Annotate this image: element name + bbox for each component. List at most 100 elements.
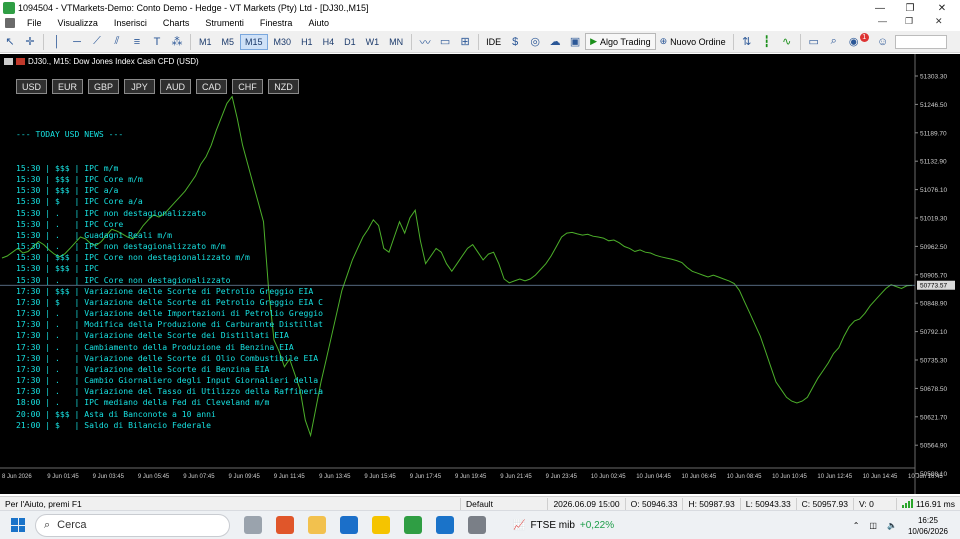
timeframe-w1[interactable]: W1 xyxy=(362,35,384,49)
app-icon[interactable] xyxy=(436,516,454,534)
news-impact: . xyxy=(55,375,70,386)
child-close-button[interactable]: ✕ xyxy=(935,16,943,27)
news-sep: | xyxy=(69,252,85,263)
connection-status[interactable]: 116.91 ms xyxy=(895,497,960,510)
brave-browser-icon[interactable] xyxy=(276,516,294,534)
timeframe-m30[interactable]: M30 xyxy=(270,35,296,49)
timeframe-m1[interactable]: M1 xyxy=(195,35,216,49)
maximize-button[interactable]: ❐ xyxy=(896,0,924,16)
news-sep: | xyxy=(40,162,55,173)
taskbar-search[interactable]: ⌕ Cerca xyxy=(35,513,230,537)
time-tick-label: 10 Jun 08:45 xyxy=(727,474,762,480)
app-icon-2[interactable] xyxy=(468,516,486,534)
timeframe-d1[interactable]: D1 xyxy=(340,35,360,49)
network-icon[interactable]: ◫ xyxy=(869,521,877,530)
currency-eur-button[interactable]: EUR xyxy=(52,79,83,94)
profile-name[interactable]: Default xyxy=(460,497,547,510)
channel-icon[interactable]: ⫽ xyxy=(109,34,125,50)
ide-button[interactable]: IDE xyxy=(482,35,505,49)
news-item: 15:30 | . | IPC Core non destagionalizza… xyxy=(16,275,323,286)
chart-area[interactable]: 51303.30 51246.50 51189.70 51132.90 51076.10… xyxy=(0,54,960,494)
news-impact: $$$ xyxy=(55,285,70,296)
outlook-icon[interactable] xyxy=(340,516,358,534)
market-widget[interactable]: 📈 FTSE mib +0,22% xyxy=(513,520,614,531)
currency-jpy-button[interactable]: JPY xyxy=(124,79,155,94)
vertical-line-icon[interactable]: │ xyxy=(49,34,65,50)
windows-start-icon[interactable] xyxy=(11,518,25,532)
templates-icon[interactable]: ⊞ xyxy=(457,34,473,50)
tray-expand-icon[interactable]: ⌃ xyxy=(853,521,860,530)
line-chart-icon[interactable]: ∿ xyxy=(779,34,795,50)
child-minimize-button[interactable]: — xyxy=(878,16,887,26)
news-item: 15:30 | $$$ | IPC Core non destagionaliz… xyxy=(16,252,323,263)
chart-type-icon[interactable]: ▭ xyxy=(437,34,453,50)
currency-usd-button[interactable]: USD xyxy=(16,79,47,94)
news-sep: | xyxy=(69,308,85,319)
fibonacci-icon[interactable]: ≡ xyxy=(129,34,145,50)
metatrader-taskbar-icon[interactable] xyxy=(404,516,422,534)
news-impact: $ xyxy=(55,196,70,207)
horizontal-line-icon[interactable]: ─ xyxy=(69,34,85,50)
menu-charts[interactable]: Charts xyxy=(155,18,198,28)
menu-window[interactable]: Finestra xyxy=(252,18,301,28)
timeframe-mn[interactable]: MN xyxy=(385,35,407,49)
strategy-tester-icon[interactable]: ▣ xyxy=(567,34,583,50)
vps-icon[interactable]: ☁ xyxy=(547,34,563,50)
menu-tools[interactable]: Strumenti xyxy=(197,18,252,28)
depth-of-market-icon[interactable]: ⇅ xyxy=(739,34,755,50)
news-event: Modifica della Produzione di Carburante … xyxy=(84,319,324,330)
market-icon[interactable]: $ xyxy=(507,34,523,50)
shapes-icon[interactable]: ⁂ xyxy=(169,34,185,50)
menu-help[interactable]: Aiuto xyxy=(300,18,337,28)
signals-icon[interactable]: ◎ xyxy=(527,34,543,50)
news-time: 15:30 xyxy=(16,252,41,263)
currency-aud-button[interactable]: AUD xyxy=(160,79,191,94)
file-explorer-icon[interactable] xyxy=(308,516,326,534)
child-restore-button[interactable]: ❐ xyxy=(905,16,913,27)
menu-insert[interactable]: Inserisci xyxy=(106,18,155,28)
search-icon: ⌕ xyxy=(44,518,51,531)
currency-gbp-button[interactable]: GBP xyxy=(88,79,119,94)
news-sep: | xyxy=(40,263,55,274)
news-sep: | xyxy=(69,341,85,352)
currency-nzd-button[interactable]: NZD xyxy=(268,79,299,94)
system-tray: ⌃ ◫ 🔈 16:25 10/06/2026 xyxy=(848,511,960,539)
account-icon[interactable]: ☺ xyxy=(875,34,891,50)
menu-file[interactable]: File xyxy=(19,18,50,28)
timeframe-m5[interactable]: M5 xyxy=(218,35,239,49)
currency-chf-button[interactable]: CHF xyxy=(232,79,263,94)
trendline-icon[interactable]: ⟋ xyxy=(89,34,105,50)
news-impact: $$$ xyxy=(55,252,70,263)
menu-view[interactable]: Visualizza xyxy=(50,18,106,28)
volume-icon[interactable]: 🔈 xyxy=(887,521,897,530)
minimize-button[interactable]: — xyxy=(866,0,894,16)
news-time: 18:00 xyxy=(16,397,41,408)
help-text: Per l'Aiuto, premi F1 xyxy=(5,498,82,509)
text-icon[interactable]: T xyxy=(149,34,165,50)
news-sep: | xyxy=(40,274,55,285)
indicators-icon[interactable]: 〰 xyxy=(417,34,433,50)
currency-cad-button[interactable]: CAD xyxy=(196,79,227,94)
toolbar-search-field[interactable] xyxy=(894,34,947,49)
news-impact: . xyxy=(55,397,70,408)
chat-icon[interactable]: ▭ xyxy=(806,34,822,50)
price-tick-label: 50678.50 xyxy=(920,386,947,393)
timeframe-h4[interactable]: H4 xyxy=(319,35,339,49)
cursor-icon[interactable]: ↖ xyxy=(2,34,18,50)
search-icon[interactable]: ⌕ xyxy=(826,34,842,50)
bar-chart-icon[interactable]: ┇ xyxy=(759,34,775,50)
news-time: 20:00 xyxy=(16,408,41,419)
timeframe-m15[interactable]: M15 xyxy=(240,33,268,50)
new-order-button[interactable]: ⊕ Nuovo Ordine xyxy=(656,34,730,49)
news-sep: | xyxy=(69,397,85,408)
timeframe-h1[interactable]: H1 xyxy=(297,35,317,49)
news-impact: . xyxy=(55,341,70,352)
algo-trading-button[interactable]: ▶ Algo Trading xyxy=(585,33,656,50)
task-view-icon[interactable] xyxy=(244,516,262,534)
sticky-notes-icon[interactable] xyxy=(372,516,390,534)
clock[interactable]: 16:25 10/06/2026 xyxy=(908,515,948,537)
close-button[interactable]: ✕ xyxy=(928,0,956,16)
crosshair-icon[interactable]: ✛ xyxy=(22,34,38,50)
time-tick-label: 9 Jun 03:45 xyxy=(93,474,125,480)
news-impact: $$$ xyxy=(55,174,70,185)
